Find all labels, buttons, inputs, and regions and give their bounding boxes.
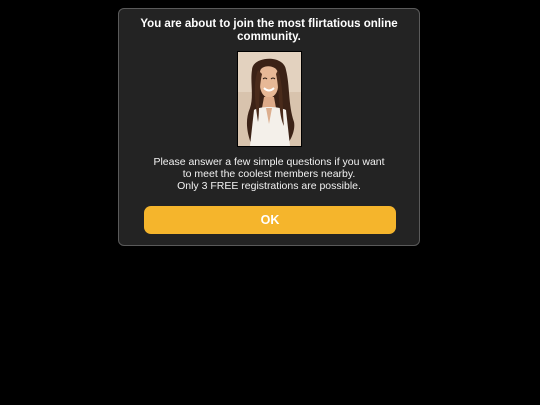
message-line: Please answer a few simple questions if … [153, 156, 385, 168]
signup-modal: You are about to join the most flirtatio… [118, 8, 420, 246]
page: You are about to join the most flirtatio… [0, 0, 540, 405]
profile-photo [237, 51, 302, 147]
woman-portrait-icon [238, 52, 301, 146]
ok-button[interactable]: OK [144, 206, 396, 234]
modal-title: You are about to join the most flirtatio… [140, 18, 398, 43]
modal-message: Please answer a few simple questions if … [137, 156, 401, 192]
message-line: to meet the coolest members nearby. [182, 168, 356, 180]
message-line: Only 3 FREE registrations are possible. [177, 180, 361, 192]
